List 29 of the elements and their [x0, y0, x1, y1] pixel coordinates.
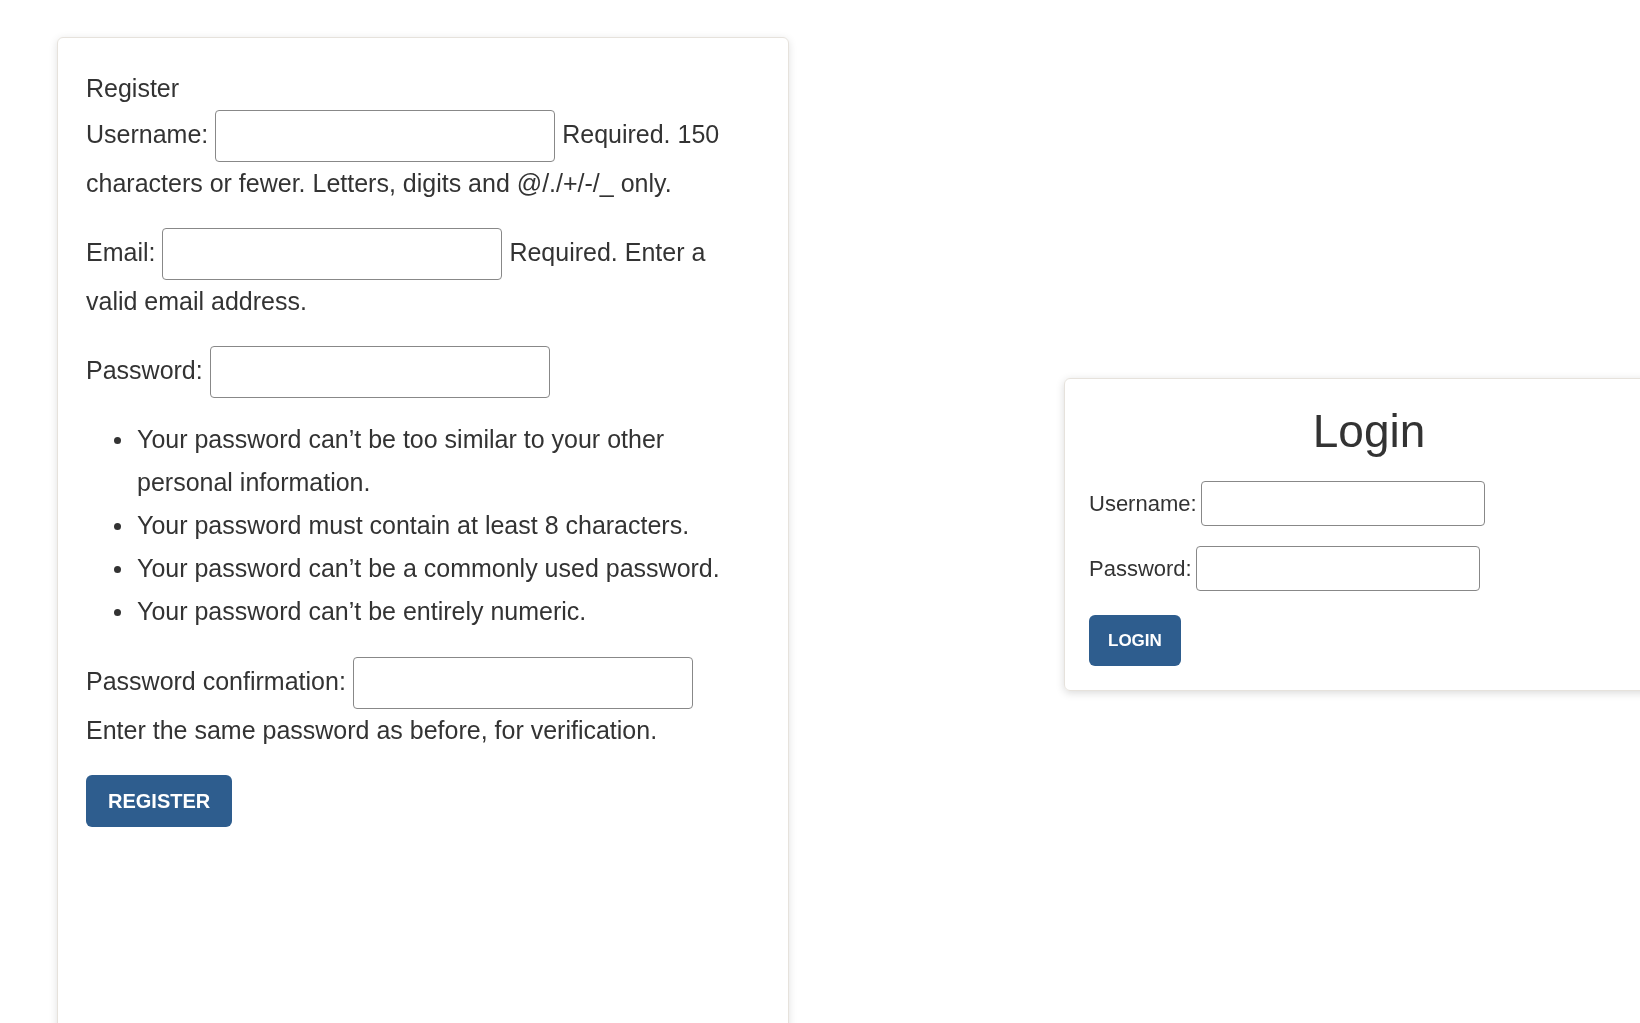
help-text: characters or fewer. Letters, digits and @/./+/-/_ only. — [86, 168, 673, 199]
input-field[interactable] — [209, 346, 550, 398]
field-label: Password: — [86, 355, 203, 384]
help-text: Your password must contain at least 8 characters. — [137, 510, 690, 541]
bullet-icon — [114, 523, 121, 530]
help-text: Your password can’t be a commonly used password. — [137, 553, 720, 584]
help-text: Required. Enter a — [509, 237, 706, 266]
register-title: Register — [86, 73, 181, 104]
login-title: Login — [1312, 404, 1426, 459]
input-field[interactable] — [215, 110, 556, 162]
bullet-icon — [114, 437, 121, 444]
help-text: Your password can’t be entirely numeric. — [137, 596, 587, 627]
login-button[interactable]: LOGIN — [1089, 614, 1181, 666]
help-text: Your password can’t be too similar to your other personal information. — [137, 424, 666, 498]
field-label: Username: — [86, 119, 209, 148]
help-text: Enter the same password as before, for verification. — [86, 715, 659, 746]
help-text: Required. 150 — [562, 119, 720, 148]
field-label: Password: — [1089, 554, 1192, 583]
input-field[interactable] — [1195, 545, 1480, 591]
bullet-icon — [114, 566, 121, 573]
field-label: Email: — [86, 237, 156, 266]
bullet-icon — [114, 609, 121, 616]
field-label: Username: — [1089, 489, 1197, 518]
input-field[interactable] — [162, 228, 503, 280]
help-text: valid email address. — [86, 286, 308, 317]
input-field[interactable] — [352, 657, 693, 709]
input-field[interactable] — [1200, 480, 1485, 526]
field-label: Password confirmation: — [86, 666, 346, 695]
register-button[interactable]: REGISTER — [86, 775, 233, 827]
